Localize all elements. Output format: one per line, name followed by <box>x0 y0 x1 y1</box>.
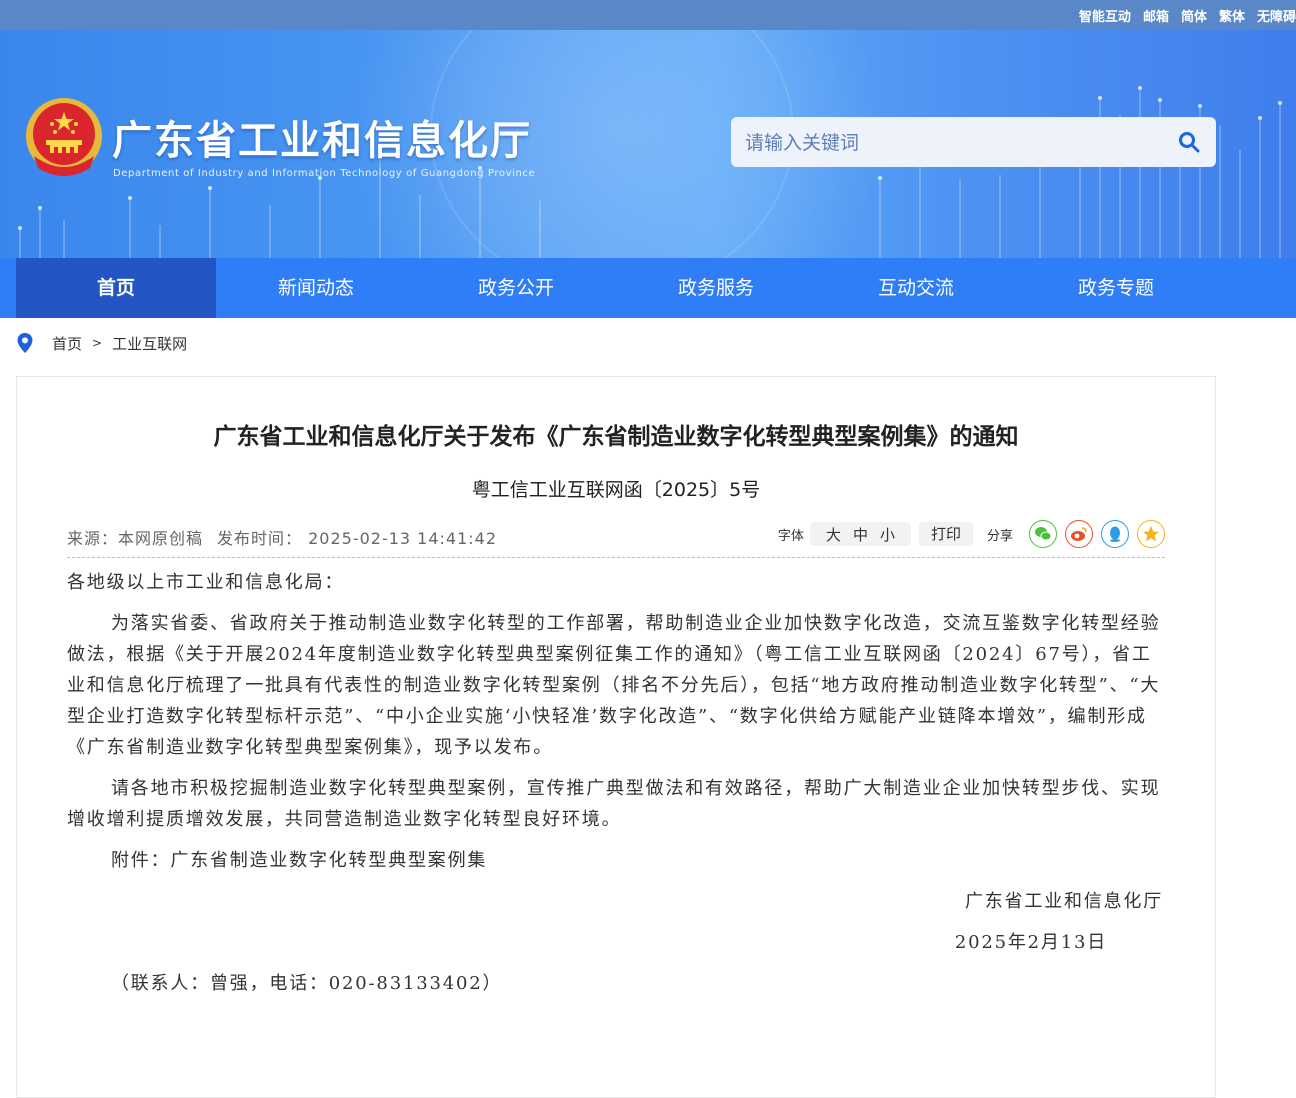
nav-interaction[interactable]: 互动交流 <box>816 258 1016 318</box>
weibo-icon[interactable] <box>1065 520 1093 548</box>
wechat-icon[interactable] <box>1029 520 1057 548</box>
top-link-simplified[interactable]: 简体 <box>1181 6 1207 25</box>
location-pin-icon <box>17 333 33 353</box>
article-tools: 字体 大 中 小 打印 分享 <box>778 520 1165 548</box>
font-size-switcher: 大 中 小 <box>809 522 911 546</box>
font-size-medium[interactable]: 中 <box>853 524 868 545</box>
article-panel: 广东省工业和信息化厅关于发布《广东省制造业数字化转型典型案例集》的通知 粤工信工… <box>16 376 1216 1098</box>
top-utility-bar: 智能互动 邮箱 简体 繁体 无障碍 <box>0 0 1296 30</box>
search-input[interactable] <box>743 127 1167 159</box>
top-link-traditional[interactable]: 繁体 <box>1219 6 1245 25</box>
search-icon[interactable] <box>1178 131 1200 153</box>
contact-info: （联系人：曾强，电话：020-83133402） <box>111 973 503 994</box>
document-number: 粤工信工业互联网函〔2025〕5号 <box>471 479 761 501</box>
font-size-label: 字体 <box>777 528 804 544</box>
breadcrumb: 首页 > 工业互联网 <box>16 330 187 356</box>
print-button[interactable]: 打印 <box>918 522 973 546</box>
article-meta: 来源：本网原创稿 发布时间： 2025-02-13 14:41:42 字体 大 中… <box>67 520 1165 558</box>
nav-gov-info[interactable]: 政务公开 <box>416 258 616 318</box>
site-subtitle: Department of Industry and Information T… <box>113 168 536 179</box>
nav-topics[interactable]: 政务专题 <box>1016 258 1216 318</box>
breadcrumb-separator: > <box>92 336 103 350</box>
font-size-large[interactable]: 大 <box>826 524 841 545</box>
top-link-mailbox[interactable]: 邮箱 <box>1143 6 1169 25</box>
font-size-small[interactable]: 小 <box>880 524 895 545</box>
breadcrumb-current[interactable]: 工业互联网 <box>112 333 187 354</box>
top-link-interaction[interactable]: 智能互动 <box>1079 6 1131 25</box>
search-box <box>731 117 1216 167</box>
qzone-icon[interactable] <box>1137 520 1165 548</box>
share-label: 分享 <box>986 528 1013 544</box>
qq-icon[interactable] <box>1101 520 1129 548</box>
header-banner: 广东省工业和信息化厅 Department of Industry and In… <box>0 30 1296 258</box>
top-links: 智能互动 邮箱 简体 繁体 无障碍 <box>1079 0 1296 30</box>
article-body: 各地级以上市工业和信息化局： 为落实省委、省政府关于推动制造业数字化转型的工作部… <box>67 567 1165 1009</box>
main-nav: 首页 新闻动态 政务公开 政务服务 互动交流 政务专题 <box>0 258 1296 318</box>
attachment-link[interactable]: 附件：广东省制造业数字化转型典型案例集 <box>67 845 1165 876</box>
signature-org: 广东省工业和信息化厅 <box>965 891 1163 912</box>
nav-news[interactable]: 新闻动态 <box>216 258 416 318</box>
article-title: 广东省工业和信息化厅关于发布《广东省制造业数字化转型典型案例集》的通知 <box>213 424 1019 450</box>
article-source: 来源：本网原创稿 <box>67 529 204 548</box>
nav-home[interactable]: 首页 <box>16 258 216 318</box>
site-title[interactable]: 广东省工业和信息化厅 <box>112 108 532 166</box>
national-emblem <box>26 98 102 176</box>
article-meta-left: 来源：本网原创稿 发布时间： 2025-02-13 14:41:42 <box>67 525 497 549</box>
top-link-accessibility[interactable]: 无障碍 <box>1257 6 1296 25</box>
signature-date: 2025年2月13日 <box>954 932 1107 953</box>
breadcrumb-home[interactable]: 首页 <box>52 333 82 354</box>
body-paragraph-1: 为落实省委、省政府关于推动制造业数字化转型的工作部署，帮助制造业企业加快数字化改… <box>67 613 1161 758</box>
publish-time: 发布时间： 2025-02-13 14:41:42 <box>217 529 498 548</box>
nav-gov-service[interactable]: 政务服务 <box>616 258 816 318</box>
salutation: 各地级以上市工业和信息化局： <box>67 572 345 593</box>
body-paragraph-2: 请各地市积极挖掘制造业数字化转型典型案例，宣传推广典型做法和有效路径，帮助广大制… <box>67 778 1161 830</box>
